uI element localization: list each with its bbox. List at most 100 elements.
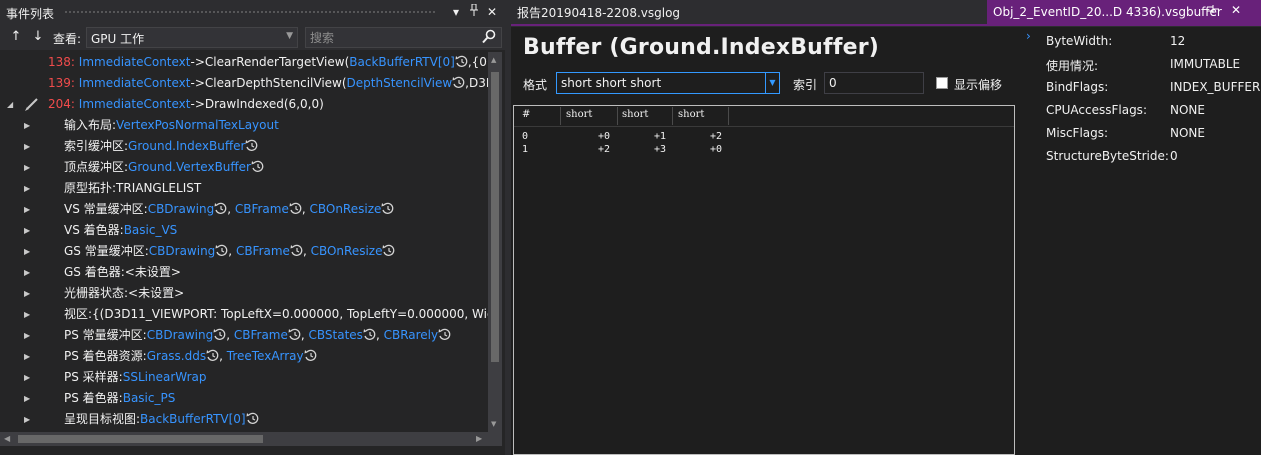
history-icon[interactable] (304, 348, 317, 361)
pin-icon[interactable] (466, 3, 482, 20)
history-icon[interactable] (246, 411, 259, 424)
grid-cell[interactable]: +2 (710, 131, 722, 142)
context-link[interactable]: ImmediateContext (79, 97, 191, 111)
scroll-up-icon[interactable]: ▲ (491, 56, 496, 64)
grid-cell[interactable]: 0 (522, 131, 528, 142)
resource-link[interactable]: BackBufferRTV[0] (349, 55, 455, 69)
scroll-left-icon[interactable]: ◀ (4, 434, 10, 443)
expand-arrow-icon[interactable]: ▶ (24, 157, 30, 178)
history-icon[interactable] (288, 327, 301, 340)
expand-arrow-icon[interactable]: ▶ (24, 262, 30, 283)
history-icon[interactable] (213, 327, 226, 340)
resource-link[interactable]: SSLinearWrap (123, 370, 207, 384)
tab-vsglog[interactable]: 报告20190418-2208.vsglog (517, 4, 680, 21)
history-icon[interactable] (215, 243, 228, 256)
expand-arrow-icon[interactable]: ▶ (24, 199, 30, 220)
scroll-down-icon[interactable]: ▼ (491, 420, 496, 428)
tree-child-row[interactable]: ▶ 视区:{(D3D11_VIEWPORT: TopLeftX=0.000000,… (0, 304, 488, 325)
grid-header-col3[interactable]: short (678, 109, 704, 120)
context-link[interactable]: ImmediateContext (79, 55, 191, 69)
resource-link[interactable]: CBRarely (384, 328, 439, 342)
expand-arrow-icon[interactable]: ▶ (24, 283, 30, 304)
chevron-down-icon[interactable]: ▼ (765, 73, 779, 93)
expand-arrow-icon[interactable]: ▶ (24, 136, 30, 157)
resource-link[interactable]: CBFrame (235, 202, 289, 216)
tree-child-row[interactable]: ▶ PS 着色器资源:Grass.dds, TreeTexArray (0, 346, 488, 367)
pin-icon[interactable] (1206, 4, 1219, 17)
resource-link[interactable]: CBOnResize (311, 244, 383, 258)
tree-child-row[interactable]: ▶ PS 常量缓冲区:CBDrawing, CBFrame, CBStates, … (0, 325, 488, 346)
tree-child-row[interactable]: ▶ 顶点缓冲区:Ground.VertexBuffer (0, 157, 488, 178)
tree-child-row[interactable]: ▶ GS 常量缓冲区:CBDrawing, CBFrame, CBOnResize (0, 241, 488, 262)
resource-link[interactable]: CBStates (309, 328, 363, 342)
chevron-right-icon[interactable]: › (1026, 29, 1031, 43)
tree-child-row[interactable]: ▶ 光栅器状态:<未设置> (0, 283, 488, 304)
event-row-204[interactable]: ◢ 204: ImmediateContext->DrawIndexed(6,0… (0, 94, 488, 115)
resource-link[interactable]: VertexPosNormalTexLayout (116, 118, 279, 132)
expand-arrow-icon[interactable]: ▶ (24, 388, 30, 409)
resource-link[interactable]: Grass.dds (147, 349, 206, 363)
history-icon[interactable] (251, 159, 264, 172)
expand-arrow-icon[interactable]: ▶ (24, 346, 30, 367)
expand-arrow-icon[interactable]: ▶ (24, 304, 30, 325)
tree-child-row[interactable]: ▶ PS 着色器:Basic_PS (0, 388, 488, 409)
event-row-138[interactable]: 138: ImmediateContext->ClearRenderTarget… (0, 52, 488, 73)
close-tab-icon[interactable]: ✕ (1231, 3, 1241, 17)
history-icon[interactable] (290, 243, 303, 256)
search-icon[interactable] (482, 29, 498, 46)
close-icon[interactable]: ✕ (484, 4, 500, 20)
index-input[interactable]: 0 (824, 72, 924, 94)
resource-link[interactable]: CBFrame (234, 328, 288, 342)
history-icon[interactable] (382, 243, 395, 256)
context-link[interactable]: ImmediateContext (79, 76, 191, 90)
search-box[interactable] (305, 27, 502, 48)
history-icon[interactable] (381, 201, 394, 214)
history-icon[interactable] (455, 54, 468, 67)
expand-arrow-icon[interactable]: ▶ (24, 241, 30, 262)
tree-child-row[interactable]: ▶ VS 着色器:Basic_VS (0, 220, 488, 241)
resource-link[interactable]: Ground.IndexBuffer (128, 139, 245, 153)
resource-link[interactable]: TreeTexArray (227, 349, 304, 363)
grid-column-separator[interactable] (560, 107, 561, 125)
grid-cell[interactable]: +0 (598, 131, 610, 142)
history-icon[interactable] (206, 348, 219, 361)
horizontal-scrollbar[interactable]: ◀ ▶ (0, 432, 488, 446)
grid-column-separator[interactable] (728, 107, 729, 125)
history-icon[interactable] (289, 201, 302, 214)
resource-link[interactable]: Basic_VS (124, 223, 178, 237)
vertical-scroll-thumb[interactable] (491, 72, 499, 362)
resource-link[interactable]: CBDrawing (147, 328, 214, 342)
grid-cell[interactable]: +0 (710, 144, 722, 155)
view-select[interactable]: GPU 工作 ▼ (86, 27, 298, 48)
expand-arrow-icon[interactable]: ▶ (24, 409, 30, 430)
search-input[interactable] (310, 29, 470, 46)
history-icon[interactable] (245, 138, 258, 151)
tree-child-row[interactable]: ▶ 索引缓冲区:Ground.IndexBuffer (0, 136, 488, 157)
tab-vsgbuffer[interactable]: Obj_2_EventID_20...D 4336).vsgbuffer ✕ (987, 0, 1261, 24)
resource-link[interactable]: Basic_PS (123, 391, 176, 405)
grid-cell[interactable]: +3 (654, 144, 666, 155)
history-icon[interactable] (214, 201, 227, 214)
grid-column-separator[interactable] (617, 107, 618, 125)
vertical-scrollbar[interactable]: ▲ ▼ (488, 52, 502, 432)
next-event-button[interactable]: ↓ (30, 28, 46, 46)
grid-header-col2[interactable]: short (622, 109, 648, 120)
tree-child-row[interactable]: ▶ 输入布局:VertexPosNormalTexLayout (0, 115, 488, 136)
resource-link[interactable]: BackBufferRTV[0] (140, 412, 246, 426)
resource-link[interactable]: CBDrawing (149, 244, 216, 258)
grid-header-col1[interactable]: short (566, 109, 592, 120)
tree-child-row[interactable]: ▶ GS 着色器:<未设置> (0, 262, 488, 283)
history-icon[interactable] (452, 75, 465, 88)
format-select[interactable]: short short short ▼ (556, 72, 780, 94)
resource-link[interactable]: Ground.VertexBuffer (128, 160, 251, 174)
grid-cell[interactable]: +2 (598, 144, 610, 155)
scroll-right-icon[interactable]: ▶ (476, 434, 482, 443)
collapse-arrow-icon[interactable]: ◢ (7, 94, 13, 115)
drag-grip[interactable] (64, 10, 435, 15)
expand-arrow-icon[interactable]: ▶ (24, 220, 30, 241)
history-icon[interactable] (363, 327, 376, 340)
event-row-139[interactable]: 139: ImmediateContext->ClearDepthStencil… (0, 73, 488, 94)
buffer-grid[interactable]: # short short short 0 +0 +1 +2 1 +2 +3 +… (513, 105, 1015, 455)
resource-link[interactable]: CBDrawing (148, 202, 215, 216)
resource-link[interactable]: CBFrame (236, 244, 290, 258)
